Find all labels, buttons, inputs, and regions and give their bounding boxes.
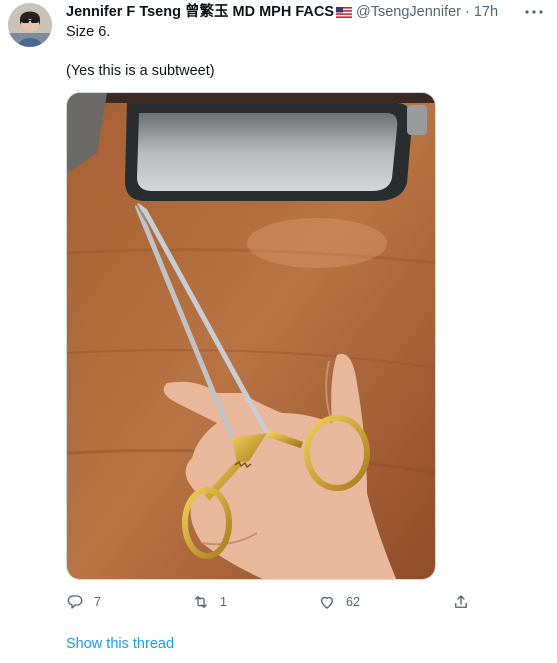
header-separator: · xyxy=(465,4,470,20)
share-icon xyxy=(455,595,467,608)
show-thread-link[interactable]: Show this thread xyxy=(66,636,174,652)
tweet-timestamp[interactable]: 17h xyxy=(474,3,498,21)
like-count: 62 xyxy=(346,595,360,609)
heart-icon xyxy=(321,596,333,609)
avatar-image xyxy=(8,3,52,47)
tweet-text-line-1: Size 6. xyxy=(66,24,111,40)
retweet-count: 1 xyxy=(220,595,227,609)
tweet-header: Jennifer F Tseng 曾繁玉 MD MPH FACS @TsengJ… xyxy=(66,3,498,21)
author-avatar[interactable] xyxy=(8,3,52,47)
like-button[interactable]: 62 xyxy=(318,590,360,614)
photo-needle-driver-in-hand xyxy=(67,93,435,579)
retweet-button[interactable]: 1 xyxy=(192,590,227,614)
share-button[interactable] xyxy=(452,590,470,614)
reply-button[interactable]: 7 xyxy=(66,590,101,614)
tweet-card[interactable]: Jennifer F Tseng 曾繁玉 MD MPH FACS @TsengJ… xyxy=(0,0,557,663)
tweet-actions-bar: 7 1 62 xyxy=(66,590,476,614)
author-handle[interactable]: @TsengJennifer xyxy=(356,3,461,21)
tweet-text-line-2: (Yes this is a subtweet) xyxy=(66,63,215,79)
reply-count: 7 xyxy=(94,595,101,609)
more-options-button[interactable] xyxy=(524,4,544,20)
retweet-icon xyxy=(195,596,207,608)
us-flag-icon xyxy=(336,6,353,18)
more-icon xyxy=(525,10,543,14)
tweet-photo[interactable] xyxy=(66,92,436,580)
reply-icon xyxy=(67,595,83,609)
author-display-name[interactable]: Jennifer F Tseng 曾繁玉 MD MPH FACS xyxy=(66,3,334,21)
